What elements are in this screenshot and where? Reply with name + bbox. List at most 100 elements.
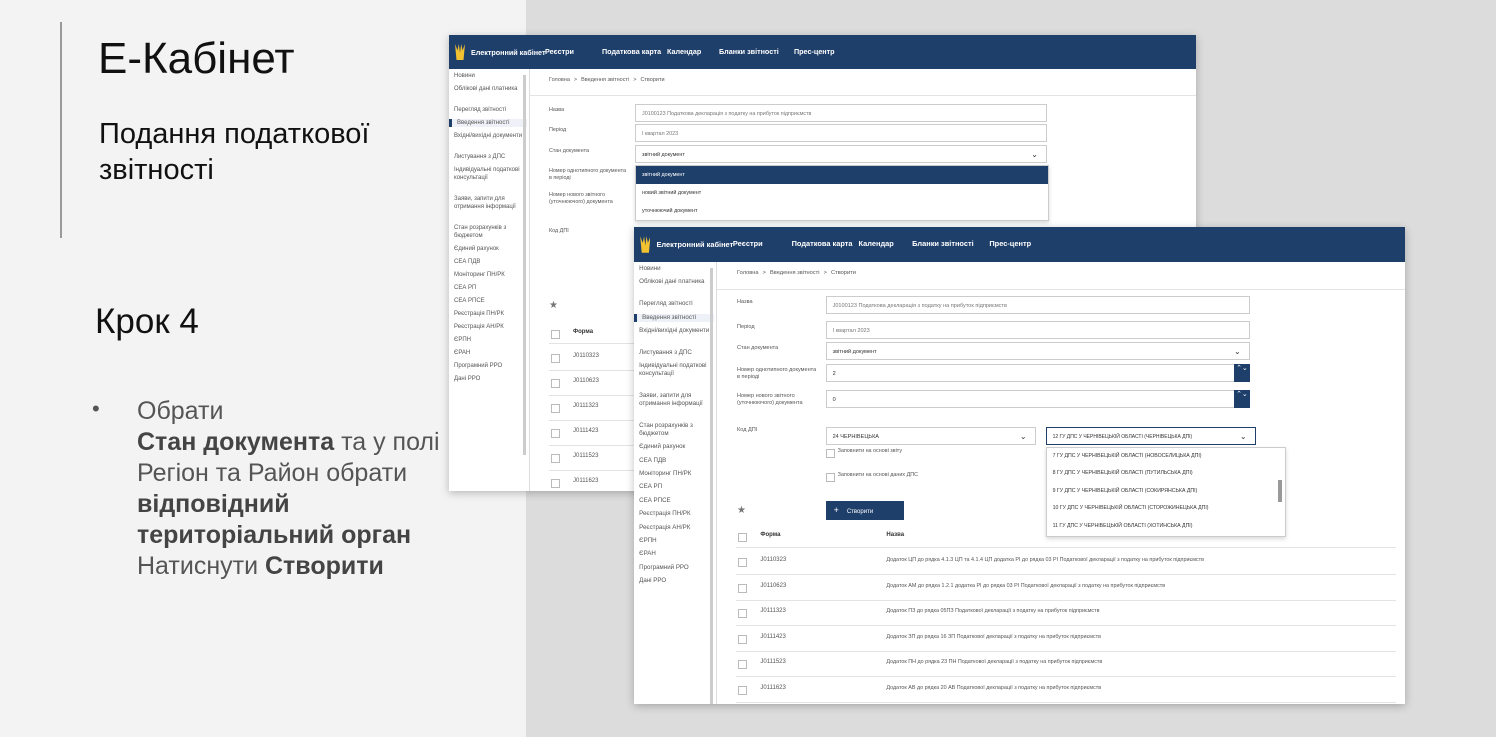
sidebar-item-15[interactable]: Реєстрація АН/РК (449, 323, 524, 331)
period-field[interactable]: I квартал 2023 (825, 320, 1250, 340)
sidebar-item-18[interactable]: Програмний РРО (634, 564, 711, 572)
breadcrumb-home[interactable]: Головна (549, 77, 570, 83)
breadcrumb-home[interactable]: Головна (737, 270, 759, 276)
create-button[interactable]: + Створити (825, 501, 904, 520)
sidebar-item-14[interactable]: Реєстрація ПН/РК (449, 310, 524, 318)
nav-item-4[interactable]: Бланки звітності (719, 47, 779, 56)
sidebar-item-9[interactable]: Єдиний рахунок (634, 443, 711, 451)
district-option-0[interactable]: 7 ГУ ДПС У ЧЕРНІВЕЦЬКІЙ ОБЛАСТІ (НОВОСЕЛ… (1047, 448, 1285, 465)
row-checkbox[interactable] (738, 660, 748, 669)
sidebar-item-10[interactable]: СЕА ПДВ (634, 457, 711, 465)
region-select[interactable]: 24 ЧЕРНІВЕЦЬКА ⌄ (825, 427, 1036, 445)
sidebar-item-2[interactable]: Перегляд звітності (449, 106, 524, 114)
row-checkbox[interactable] (551, 354, 560, 363)
sidebar-item-19[interactable]: Дані РРО (634, 577, 711, 585)
sidebar-item-12[interactable]: СЕА РП (449, 284, 524, 292)
sidebar-item-1[interactable]: Облікові дані платника (634, 278, 711, 286)
sidebar-item-5[interactable]: Листування з ДПС (449, 153, 524, 161)
sidebar-item-0[interactable]: Новини (634, 265, 711, 273)
star-icon[interactable]: ★ (549, 300, 558, 311)
sidebar-item-11[interactable]: Моніторинг ПН/РК (634, 470, 711, 478)
state-option-0[interactable]: звітний документ (636, 166, 1048, 184)
row-form-name[interactable]: Додаток АМ до рядка 1.2.1 додатка РІ до … (886, 583, 1165, 589)
breadcrumb-section[interactable]: Введення звітності (581, 77, 629, 83)
header-checkbox[interactable] (738, 533, 748, 542)
num-same-field[interactable]: 2 (825, 364, 1250, 382)
sidebar-item-13[interactable]: СЕА РПСЕ (449, 297, 524, 305)
row-checkbox[interactable] (738, 609, 748, 618)
sidebar-item-16[interactable]: ЄРПН (634, 537, 711, 545)
row-form-code[interactable]: J0111323 (760, 608, 785, 614)
sidebar-item-16[interactable]: ЄРПН (449, 336, 524, 344)
nav-item-3[interactable]: Календар (859, 239, 894, 248)
nav-item-5[interactable]: Прес-центр (794, 47, 835, 56)
row-form-code[interactable]: J0110323 (573, 353, 599, 359)
row-form-code[interactable]: J0111423 (760, 634, 785, 640)
row-checkbox[interactable] (738, 583, 748, 593)
nav-item-4[interactable]: Бланки звітності (912, 239, 974, 248)
nav-item-3[interactable]: Календар (667, 47, 701, 56)
sidebar-item-3[interactable]: Введення звітності (634, 313, 715, 322)
num-new-field[interactable]: 0 (825, 390, 1250, 408)
sidebar-scrollbar[interactable] (710, 268, 714, 704)
district-select[interactable]: 12 ГУ ДПС У ЧЕРНІВЕЦЬКІЙ ОБЛАСТІ (ЧЕРНІВ… (1045, 427, 1256, 445)
row-form-code[interactable]: J0110623 (760, 583, 786, 589)
row-checkbox[interactable] (738, 558, 748, 567)
row-form-name[interactable]: Додаток ЦП до рядка 4.1.3 ЦП та 4.1.4 ЦП… (886, 557, 1204, 563)
name-field[interactable]: J0100123 Податкова декларація з податку … (635, 104, 1047, 122)
row-form-code[interactable]: J0111523 (573, 453, 598, 459)
nav-item-cabinet[interactable]: Електронний кабінет (656, 240, 733, 249)
row-checkbox[interactable] (551, 379, 560, 388)
sidebar-item-9[interactable]: Єдиний рахунок (449, 245, 524, 253)
nav-item-1[interactable]: Реєстри (545, 47, 574, 56)
sidebar-scrollbar[interactable] (523, 75, 526, 455)
sidebar-item-17[interactable]: ЄРАН (449, 349, 524, 357)
nav-logo[interactable]: Електронний кабінет (640, 227, 733, 262)
sidebar-item-4[interactable]: Вхідні/вихідні документи (449, 132, 524, 140)
sidebar-item-3[interactable]: Введення звітності (449, 119, 527, 127)
nav-logo[interactable]: Електронний кабінет (455, 35, 545, 69)
num-new-field-stepper-icon[interactable]: ⌃⌄ (1233, 390, 1250, 408)
district-option-3[interactable]: 10 ГУ ДПС У ЧЕРНІВЕЦЬКІЙ ОБЛАСТІ (СТОРОЖ… (1047, 500, 1285, 517)
sidebar-item-2[interactable]: Перегляд звітності (634, 300, 711, 308)
row-form-code[interactable]: J0110323 (760, 557, 786, 563)
nav-item-1[interactable]: Реєстри (733, 239, 763, 248)
state-select[interactable]: звітний документ ⌄ (635, 145, 1047, 163)
sidebar-item-6[interactable]: Індивідуальні податкові консультації (634, 362, 711, 378)
sidebar-item-15[interactable]: Реєстрація АН/РК (634, 524, 711, 532)
row-form-name[interactable]: Додаток ПН до рядка 23 ПН Податкової дек… (886, 659, 1102, 665)
row-form-name[interactable]: Додаток ЗП до рядка 16 ЗП Податкової дек… (886, 634, 1101, 640)
fill-from-dps-checkbox[interactable] (825, 473, 835, 482)
sidebar-item-12[interactable]: СЕА РП (634, 483, 711, 491)
sidebar-item-6[interactable]: Індивідуальні податкові консультації (449, 166, 524, 182)
state-option-1[interactable]: новий звітний документ (636, 184, 1048, 202)
row-form-name[interactable]: Додаток ПЗ до рядка 05ПЗ Податкової декл… (886, 608, 1099, 614)
row-checkbox[interactable] (551, 404, 560, 413)
star-icon[interactable]: ★ (737, 505, 746, 516)
nav-item-2[interactable]: Податкова карта (602, 47, 661, 56)
nav-item-cabinet[interactable]: Електронний кабінет (471, 48, 545, 57)
row-checkbox[interactable] (551, 479, 560, 488)
header-checkbox[interactable] (551, 330, 560, 339)
sidebar-item-7[interactable]: Заяви, запити для отримання інформації (449, 195, 524, 211)
period-field[interactable]: I квартал 2023 (635, 124, 1047, 142)
row-form-code[interactable]: J0110623 (573, 378, 599, 384)
dropdown-scrollbar[interactable] (1277, 480, 1282, 502)
row-form-code[interactable]: J0111623 (760, 685, 785, 691)
row-form-code[interactable]: J0111423 (573, 428, 598, 434)
nav-item-2[interactable]: Податкова карта (792, 239, 853, 248)
breadcrumb-section[interactable]: Введення звітності (770, 270, 819, 276)
name-field[interactable]: J0100123 Податкова декларація з податку … (825, 295, 1250, 315)
sidebar-item-1[interactable]: Облікові дані платника (449, 85, 524, 93)
sidebar-item-11[interactable]: Моніторинг ПН/РК (449, 271, 524, 279)
sidebar-item-17[interactable]: ЄРАН (634, 550, 711, 558)
row-checkbox[interactable] (551, 429, 560, 438)
sidebar-item-14[interactable]: Реєстрація ПН/РК (634, 510, 711, 518)
sidebar-item-5[interactable]: Листування з ДПС (634, 349, 711, 357)
row-checkbox[interactable] (738, 685, 748, 695)
sidebar-item-18[interactable]: Програмний РРО (449, 362, 524, 370)
row-form-name[interactable]: Додаток АВ до рядка 20 АВ Податкової дек… (886, 685, 1101, 691)
num-same-field-stepper-icon[interactable]: ⌃⌄ (1233, 364, 1250, 382)
nav-item-5[interactable]: Прес-центр (989, 239, 1031, 248)
district-option-2[interactable]: 9 ГУ ДПС У ЧЕРНІВЕЦЬКІЙ ОБЛАСТІ (СОКИРЯН… (1047, 483, 1285, 500)
